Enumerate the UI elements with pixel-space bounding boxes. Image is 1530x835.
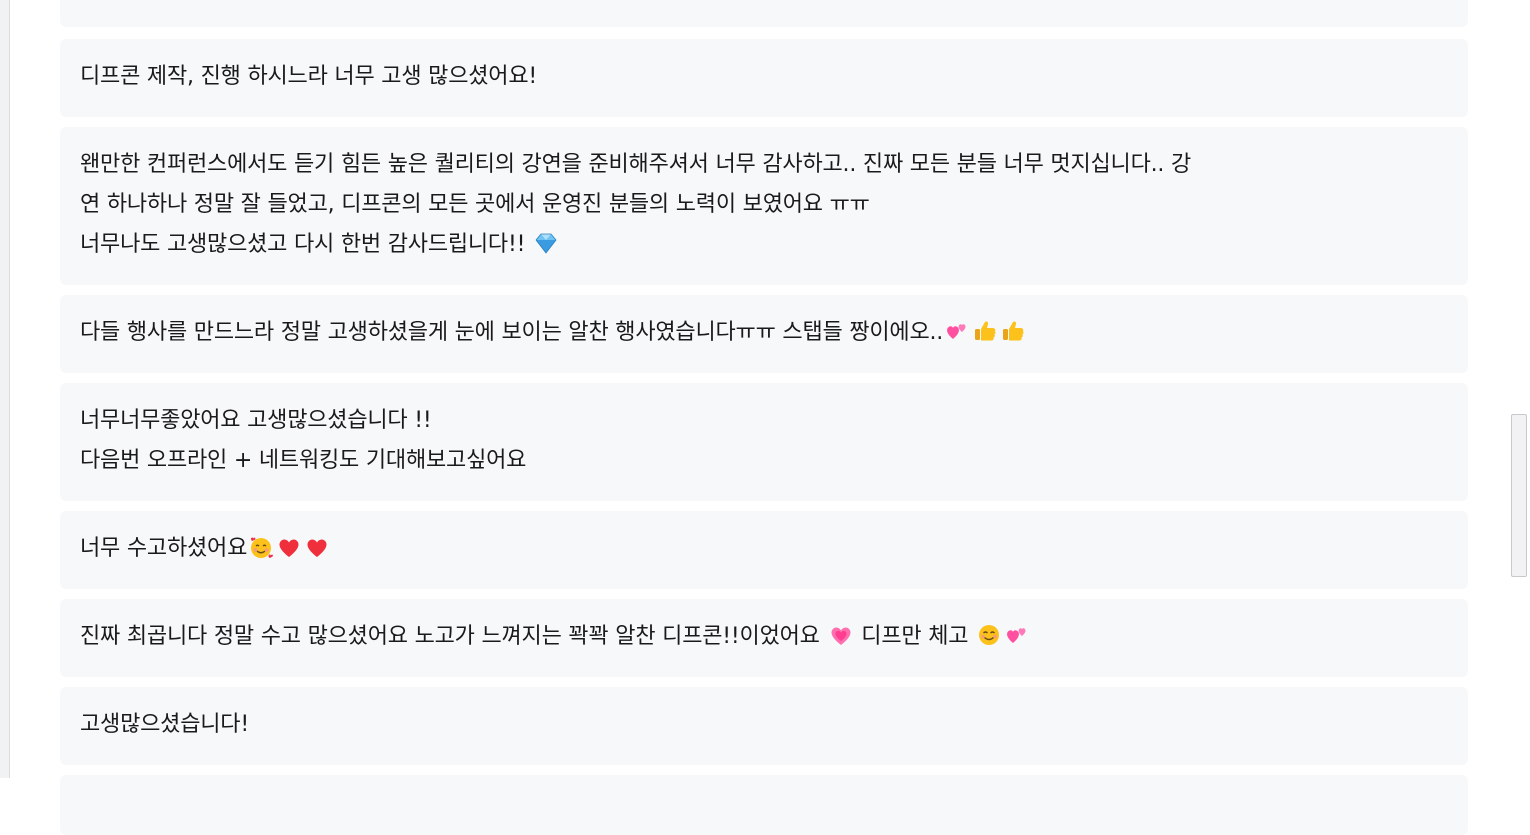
two-hearts-icon bbox=[944, 318, 970, 344]
comment-text: 너무 수고하셨어요 bbox=[80, 536, 248, 561]
comment-text: 너무너무좋았어요 고생많으셨습니다 !! bbox=[80, 408, 432, 433]
two-hearts-icon bbox=[1004, 622, 1030, 648]
comment-text: 다들 행사를 만드느라 정말 고생하셨을게 눈에 보이는 알찬 행사였습니다ㅠㅠ… bbox=[80, 320, 944, 345]
comment-text-with-emoji: 너무나도 고생많으셨고 다시 한번 감사드립니다!! bbox=[80, 225, 1428, 265]
gem-icon bbox=[533, 230, 559, 256]
comment-card: 다들 행사를 만드느라 정말 고생하셨을게 눈에 보이는 알찬 행사였습니다ㅠㅠ… bbox=[60, 295, 1468, 373]
comment-card bbox=[60, 0, 1468, 27]
comment-text-with-emoji: 너무 수고하셨어요 bbox=[80, 529, 1428, 569]
thumbs-up-icon bbox=[1000, 318, 1026, 344]
left-gutter bbox=[0, 0, 10, 778]
growing-heart-icon bbox=[828, 622, 854, 648]
comment-card: 디프콘 제작, 진행 하시느라 너무 고생 많으셨어요! bbox=[60, 39, 1468, 117]
comment-card: 진짜 최곱니다 정말 수고 많으셨어요 노고가 느껴지는 꽉꽉 알찬 디프콘!!… bbox=[60, 599, 1468, 677]
vertical-scrollbar[interactable] bbox=[1508, 0, 1530, 778]
comment-text: 연 하나하나 정말 잘 들었고, 디프콘의 모든 곳에서 운영진 분들의 노력이… bbox=[80, 192, 870, 217]
red-heart-icon bbox=[276, 534, 302, 560]
scrollbar-thumb[interactable] bbox=[1511, 414, 1527, 577]
comment-card: 너무 수고하셨어요 bbox=[60, 511, 1468, 589]
comment-text-with-emoji: 다들 행사를 만드느라 정말 고생하셨을게 눈에 보이는 알찬 행사였습니다ㅠㅠ… bbox=[80, 313, 1428, 353]
comment-card bbox=[60, 775, 1468, 835]
smiling-face-icon bbox=[976, 622, 1002, 648]
comment-text: 진짜 최곱니다 정말 수고 많으셨어요 노고가 느껴지는 꽉꽉 알찬 디프콘!!… bbox=[80, 624, 827, 649]
red-heart-icon bbox=[304, 534, 330, 560]
comment-text-with-emoji: 진짜 최곱니다 정말 수고 많으셨어요 노고가 느껴지는 꽉꽉 알찬 디프콘!!… bbox=[80, 617, 1428, 657]
comment-text: 다음번 오프라인 + 네트워킹도 기대해보고싶어요 bbox=[80, 448, 527, 473]
comment-text: 왠만한 컨퍼런스에서도 듣기 힘든 높은 퀄리티의 강연을 준비해주셔서 너무 … bbox=[80, 152, 1192, 177]
comment-card: 고생많으셨습니다! bbox=[60, 687, 1468, 765]
comment-text: 디프만 체고 bbox=[854, 624, 976, 649]
comment-text: 디프콘 제작, 진행 하시느라 너무 고생 많으셨어요! bbox=[80, 64, 537, 89]
thumbs-up-icon bbox=[972, 318, 998, 344]
comment-list: 디프콘 제작, 진행 하시느라 너무 고생 많으셨어요! 왠만한 컨퍼런스에서도… bbox=[60, 0, 1468, 835]
comment-text: 고생많으셨습니다! bbox=[80, 712, 249, 737]
comment-card: 너무너무좋았어요 고생많으셨습니다 !! 다음번 오프라인 + 네트워킹도 기대… bbox=[60, 383, 1468, 501]
smiling-face-with-hearts-icon bbox=[248, 534, 274, 560]
comment-card: 왠만한 컨퍼런스에서도 듣기 힘든 높은 퀄리티의 강연을 준비해주셔서 너무 … bbox=[60, 127, 1468, 285]
comment-text: 너무나도 고생많으셨고 다시 한번 감사드립니다!! bbox=[80, 232, 526, 257]
